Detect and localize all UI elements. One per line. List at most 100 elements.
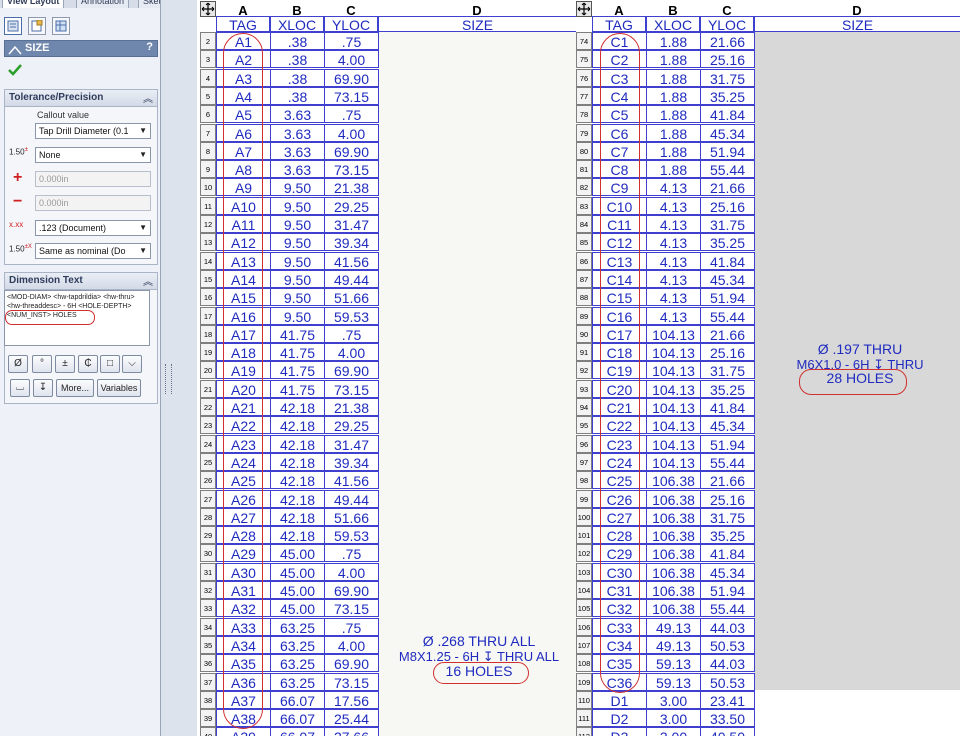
yloc-cell[interactable]: 73.15 xyxy=(324,379,379,398)
countersink-symbol-button[interactable]: ⌵ xyxy=(122,355,142,373)
yloc-cell[interactable]: 69.90 xyxy=(324,654,379,673)
xloc-cell[interactable]: 3.00 xyxy=(646,727,701,736)
xloc-cell[interactable]: .38 xyxy=(270,86,325,105)
xloc-cell[interactable]: 1.88 xyxy=(646,68,701,87)
yloc-cell[interactable]: 55.44 xyxy=(700,160,755,179)
yloc-cell[interactable]: 25.16 xyxy=(700,50,755,69)
row-number[interactable]: 105 xyxy=(576,599,592,618)
column-letter[interactable]: C xyxy=(324,3,378,18)
yloc-cell[interactable]: 25.16 xyxy=(700,489,755,508)
yloc-cell[interactable]: 41.84 xyxy=(700,105,755,124)
xloc-cell[interactable]: 9.50 xyxy=(270,306,325,325)
yloc-cell[interactable]: 51.94 xyxy=(700,581,755,599)
xloc-cell[interactable]: 63.25 xyxy=(270,654,325,673)
xloc-cell[interactable]: 106.38 xyxy=(646,599,701,618)
xloc-cell[interactable]: 41.75 xyxy=(270,324,325,343)
yloc-cell[interactable]: 49.44 xyxy=(324,269,379,288)
feature-manager-tab[interactable] xyxy=(4,17,22,35)
row-number[interactable]: 106 xyxy=(576,617,592,636)
xloc-cell[interactable]: 4.13 xyxy=(646,196,701,215)
xloc-cell[interactable]: 106.38 xyxy=(646,544,701,563)
centerline-symbol-button[interactable]: ₵ xyxy=(78,355,98,373)
xloc-cell[interactable]: 3.00 xyxy=(646,709,701,728)
row-number[interactable]: 77 xyxy=(576,86,592,105)
tag-header[interactable]: TAG xyxy=(216,16,270,33)
yloc-cell[interactable]: 4.00 xyxy=(324,635,379,654)
xloc-cell[interactable]: 9.50 xyxy=(270,269,325,288)
row-number[interactable]: 27 xyxy=(200,489,216,508)
yloc-cell[interactable]: 31.75 xyxy=(700,507,755,526)
plus-tolerance-field[interactable]: 0.000in xyxy=(35,171,151,187)
tag-cell[interactable]: D1 xyxy=(592,690,647,709)
row-number[interactable]: 22 xyxy=(200,398,216,416)
row-number[interactable]: 12 xyxy=(200,215,216,233)
yloc-cell[interactable]: 51.66 xyxy=(324,288,379,307)
xloc-cell[interactable]: 1.88 xyxy=(646,141,701,160)
xloc-cell[interactable]: 66.07 xyxy=(270,690,325,709)
xloc-cell[interactable]: 1.88 xyxy=(646,123,701,142)
row-number[interactable]: 9 xyxy=(200,160,216,179)
yloc-cell[interactable]: 35.25 xyxy=(700,379,755,398)
xloc-cell[interactable]: 41.75 xyxy=(270,361,325,380)
row-number[interactable]: 16 xyxy=(200,288,216,307)
xloc-cell[interactable]: 106.38 xyxy=(646,507,701,526)
xloc-header[interactable]: XLOC xyxy=(270,16,324,33)
yloc-cell[interactable]: 73.15 xyxy=(324,599,379,618)
row-number[interactable]: 80 xyxy=(576,141,592,160)
yloc-cell[interactable]: 44.03 xyxy=(700,654,755,673)
dimension-text-header[interactable]: Dimension Text ︽ xyxy=(5,273,157,290)
row-number[interactable]: 102 xyxy=(576,544,592,563)
xloc-cell[interactable]: 42.18 xyxy=(270,416,325,435)
xloc-cell[interactable]: 45.00 xyxy=(270,599,325,618)
yloc-cell[interactable]: 73.15 xyxy=(324,672,379,691)
xloc-cell[interactable]: 41.75 xyxy=(270,343,325,362)
row-number[interactable]: 100 xyxy=(576,507,592,526)
xloc-cell[interactable]: 104.13 xyxy=(646,416,701,435)
collapse-chevron-icon[interactable]: ︽ xyxy=(143,273,153,288)
yloc-cell[interactable]: .75 xyxy=(324,544,379,563)
yloc-cell[interactable]: 21.38 xyxy=(324,178,379,197)
row-number[interactable]: 29 xyxy=(200,526,216,545)
xloc-cell[interactable]: 1.88 xyxy=(646,86,701,105)
xloc-cell[interactable]: 49.13 xyxy=(646,617,701,636)
tag-cell[interactable]: D2 xyxy=(592,709,647,728)
row-number[interactable]: 32 xyxy=(200,581,216,599)
yloc-cell[interactable]: 35.25 xyxy=(700,526,755,545)
xloc-cell[interactable]: 42.18 xyxy=(270,434,325,453)
row-number[interactable]: 98 xyxy=(576,471,592,490)
row-number[interactable]: 94 xyxy=(576,398,592,416)
xloc-cell[interactable]: 3.63 xyxy=(270,141,325,160)
row-number[interactable]: 111 xyxy=(576,709,592,728)
row-number[interactable]: 81 xyxy=(576,160,592,179)
yloc-cell[interactable]: 4.00 xyxy=(324,343,379,362)
xloc-cell[interactable]: 104.13 xyxy=(646,361,701,380)
xloc-cell[interactable]: 42.18 xyxy=(270,471,325,490)
size-header[interactable]: SIZE xyxy=(378,16,576,33)
row-number[interactable]: 110 xyxy=(576,690,592,709)
row-number[interactable]: 18 xyxy=(200,324,216,343)
column-letter[interactable]: B xyxy=(270,3,324,18)
xloc-cell[interactable]: 66.07 xyxy=(270,709,325,728)
yloc-cell[interactable]: 35.25 xyxy=(700,233,755,252)
yloc-cell[interactable]: 21.66 xyxy=(700,471,755,490)
xloc-cell[interactable]: 63.25 xyxy=(270,617,325,636)
yloc-cell[interactable]: 45.34 xyxy=(700,562,755,581)
yloc-cell[interactable]: 4.00 xyxy=(324,50,379,69)
xloc-cell[interactable]: 106.38 xyxy=(646,562,701,581)
yloc-cell[interactable]: 45.34 xyxy=(700,123,755,142)
xloc-cell[interactable]: 104.13 xyxy=(646,434,701,453)
yloc-cell[interactable]: 33.50 xyxy=(700,709,755,728)
xloc-cell[interactable]: 63.25 xyxy=(270,672,325,691)
xloc-cell[interactable]: 42.18 xyxy=(270,398,325,416)
yloc-cell[interactable]: 39.34 xyxy=(324,233,379,252)
row-number[interactable]: 74 xyxy=(576,32,592,50)
yloc-cell[interactable]: 31.47 xyxy=(324,434,379,453)
xloc-cell[interactable]: 3.00 xyxy=(646,690,701,709)
xloc-cell[interactable]: 42.18 xyxy=(270,526,325,545)
yloc-cell[interactable]: 59.53 xyxy=(324,306,379,325)
xloc-cell[interactable]: 42.18 xyxy=(270,452,325,471)
xloc-cell[interactable]: 41.75 xyxy=(270,379,325,398)
row-number[interactable]: 28 xyxy=(200,507,216,526)
row-number[interactable]: 87 xyxy=(576,269,592,288)
splitter-grip-icon[interactable] xyxy=(165,364,172,394)
